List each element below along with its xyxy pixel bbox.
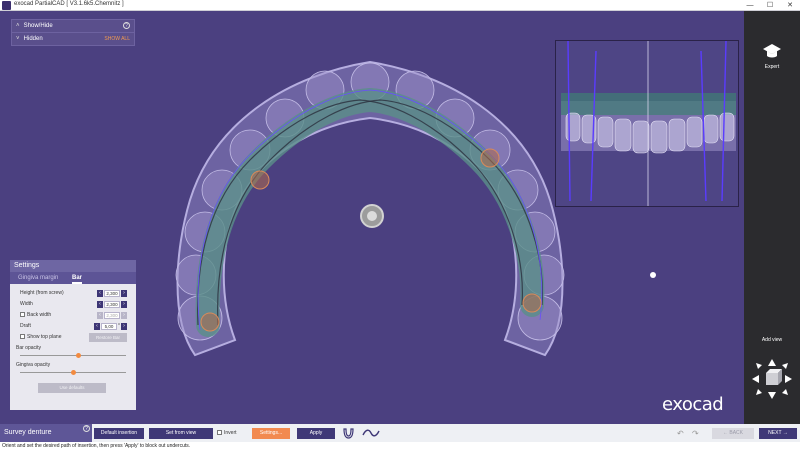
increase-button[interactable]: › <box>121 290 127 297</box>
exocad-logo: exocad <box>662 394 724 415</box>
width-row: Width ‹ 2,300 › <box>16 299 130 310</box>
restore-bar-button[interactable]: Restore Bar <box>89 333 127 342</box>
slider-knob[interactable] <box>75 353 81 358</box>
gingiva-opacity-label: Gingiva opacity <box>16 362 51 368</box>
slider-knob[interactable] <box>70 370 76 375</box>
show-top-plane-row: Show top plane Restore Bar <box>16 332 130 343</box>
redo-icon[interactable]: ↷ <box>692 428 699 439</box>
back-width-label: Back width <box>27 312 52 318</box>
next-button[interactable]: NEXT → <box>759 428 797 439</box>
settings-button[interactable]: Settings... <box>252 428 290 439</box>
graduation-cap-icon[interactable] <box>762 41 782 61</box>
show-hide-row[interactable]: ˄ Show/Hide ? <box>12 20 134 32</box>
invert-checkbox[interactable] <box>217 430 222 436</box>
height-value[interactable]: 2,300 <box>104 290 120 297</box>
draft-value[interactable]: 5,00 <box>101 323 117 330</box>
increase-button[interactable]: › <box>121 301 127 308</box>
undo-icon[interactable]: ↶ <box>677 428 684 439</box>
increase-button[interactable]: › <box>121 312 127 319</box>
height-row: Height (from screw) ‹ 2,300 › <box>16 288 130 299</box>
side-view-inset[interactable] <box>555 40 739 207</box>
back-button[interactable]: ← BACK <box>712 428 754 439</box>
increase-button[interactable]: › <box>121 323 127 330</box>
draft-row: Draft ‹ 5,00 ° › <box>16 321 130 332</box>
maximize-icon[interactable]: ☐ <box>764 0 776 11</box>
settings-tabs: Gingiva margin Bar <box>10 272 136 284</box>
next-label: NEXT <box>768 430 782 436</box>
app-icon <box>2 1 11 10</box>
expert-label: Expert <box>764 64 780 70</box>
width-value[interactable]: 2,300 <box>104 301 120 308</box>
show-hide-panel: ˄ Show/Hide ? ˅ Hidden SHOW ALL <box>11 19 135 46</box>
right-sidebar: Expert Add view <box>744 11 800 424</box>
decrease-button[interactable]: ‹ <box>97 301 103 308</box>
help-icon[interactable]: ? <box>83 425 90 432</box>
close-icon[interactable]: ✕ <box>784 0 796 11</box>
bar-opacity-slider[interactable] <box>16 351 130 360</box>
apply-button[interactable]: Apply <box>297 428 335 439</box>
chevron-up-icon: ˄ <box>16 23 20 29</box>
hidden-label: Hidden <box>23 36 43 42</box>
settings-title: Settings <box>10 260 136 272</box>
settings-body: Height (from screw) ‹ 2,300 › Width ‹ 2,300… <box>10 284 136 397</box>
tab-bar[interactable]: Bar <box>72 272 83 284</box>
bottom-toolbar: Default insertion Set from view Invert S… <box>92 424 800 442</box>
use-defaults-button[interactable]: Use defaults <box>38 383 106 393</box>
show-top-plane-label: Show top plane <box>27 334 62 340</box>
default-insertion-button[interactable]: Default insertion <box>94 428 144 439</box>
light-point <box>650 272 656 278</box>
decrease-button[interactable]: ‹ <box>97 290 103 297</box>
back-width-row: Back width ‹ 2,300 › <box>16 310 130 321</box>
view-cube-icon[interactable] <box>750 357 794 401</box>
back-width-checkbox[interactable] <box>20 312 25 318</box>
survey-denture-label: Survey denture <box>4 429 52 436</box>
add-view-label[interactable]: Add view <box>744 337 800 343</box>
decrease-button[interactable]: ‹ <box>94 323 100 330</box>
show-hide-label: Show/Hide <box>23 23 53 29</box>
width-label: Width <box>20 301 33 307</box>
decrease-button[interactable]: ‹ <box>97 312 103 319</box>
minimize-icon[interactable]: — <box>744 0 756 11</box>
set-from-view-button[interactable]: Set from view <box>149 428 213 439</box>
hidden-row[interactable]: ˅ Hidden SHOW ALL <box>12 32 134 44</box>
draft-label: Draft <box>20 323 31 329</box>
show-top-plane-checkbox[interactable] <box>20 334 25 340</box>
window-title: exocad PartialCAD [ V3.1.6k5.Chemnitz ] <box>14 1 124 7</box>
invert-option[interactable]: Invert <box>217 428 237 439</box>
degree-unit: ° <box>118 323 120 329</box>
chevron-down-icon: ˅ <box>16 36 20 42</box>
tab-gingiva-margin[interactable]: Gingiva margin <box>18 272 58 284</box>
denture-icon[interactable] <box>342 427 355 439</box>
bar-opacity-label: Bar opacity <box>16 345 42 351</box>
back-width-value[interactable]: 2,300 <box>104 312 120 319</box>
invert-label: Invert <box>224 430 237 436</box>
gingiva-opacity-slider[interactable] <box>16 368 130 377</box>
bar-curve-icon[interactable] <box>362 427 380 439</box>
back-label: BACK <box>729 430 743 436</box>
status-bar: Orient and set the desired path of inser… <box>0 442 800 450</box>
height-label: Height (from screw) <box>20 290 64 296</box>
step-label: Survey denture ? <box>0 424 92 442</box>
help-icon[interactable]: ? <box>123 22 130 29</box>
side-view-model <box>561 41 736 206</box>
settings-panel: Settings Gingiva margin Bar Height (from… <box>10 260 136 410</box>
title-bar: exocad PartialCAD [ V3.1.6k5.Chemnitz ] … <box>0 0 800 11</box>
show-all-button[interactable]: SHOW ALL <box>104 33 130 45</box>
